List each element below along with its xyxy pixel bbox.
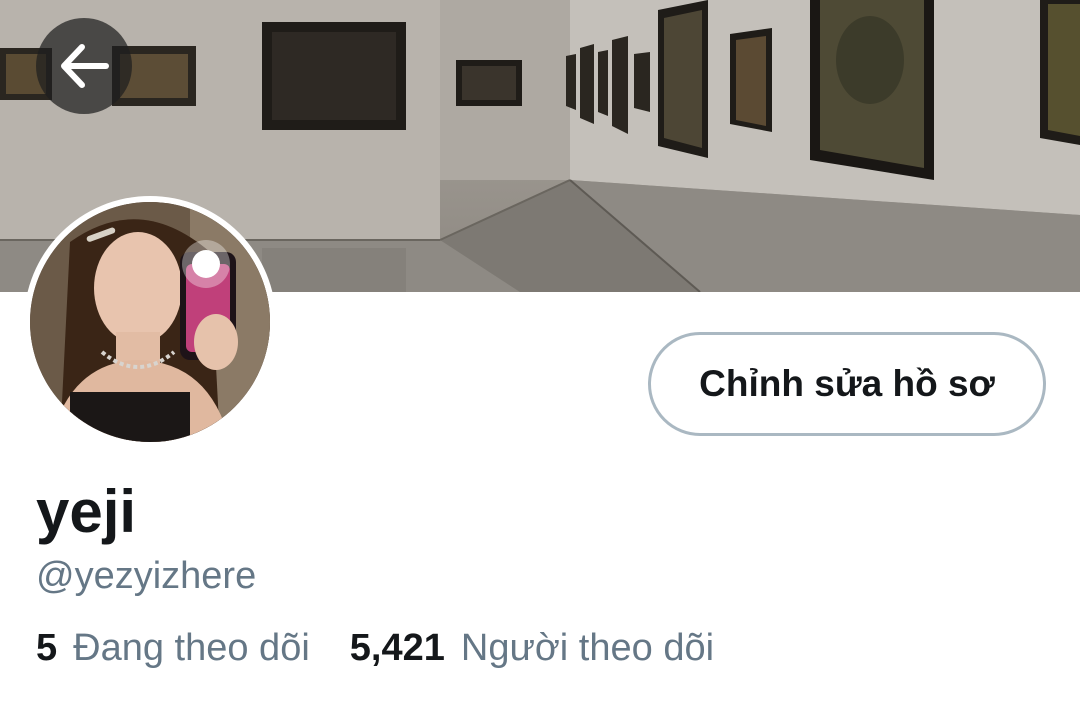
following-count: 5 [36, 627, 58, 669]
back-button[interactable] [36, 18, 132, 114]
edit-profile-button[interactable]: Chỉnh sửa hồ sơ [648, 332, 1046, 436]
profile-avatar[interactable] [24, 196, 276, 448]
following-label: Đang theo dõi [73, 627, 310, 669]
followers-stat[interactable]: 5,421 Người theo dõi [350, 622, 714, 674]
followers-count: 5,421 [349, 627, 445, 669]
profile-display-name: yeji [36, 478, 137, 545]
followers-label: Người theo dõi [460, 627, 715, 669]
profile-stats: 5 Đang theo dõi 5,421 Người theo dõi [36, 622, 714, 674]
following-stat[interactable]: 5 Đang theo dõi [36, 622, 310, 674]
profile-handle: @yezyizhere [36, 555, 257, 597]
arrow-left-icon [61, 44, 109, 88]
profile-page: Chỉnh sửa hồ sơ yeji @yezyizhere 5 Đang … [0, 0, 1080, 728]
avatar-photo [30, 202, 270, 442]
